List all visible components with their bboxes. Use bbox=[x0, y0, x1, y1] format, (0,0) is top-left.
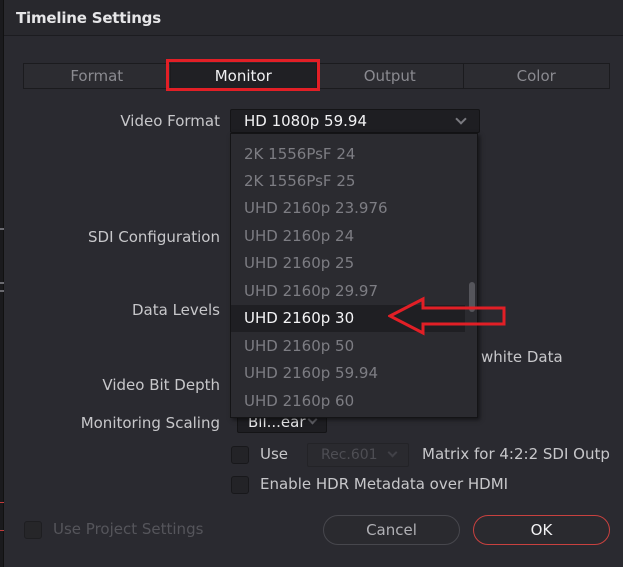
dialog-title: Timeline Settings bbox=[16, 9, 161, 27]
video-format-label: Video Format bbox=[120, 112, 220, 130]
tab-output[interactable]: Output bbox=[317, 64, 464, 88]
dropdown-option[interactable]: 2K 1556PsF 24 bbox=[231, 141, 465, 168]
use-project-settings-label: Use Project Settings bbox=[53, 520, 204, 538]
hdr-metadata-label: Enable HDR Metadata over HDMI bbox=[260, 475, 509, 493]
use-label: Use bbox=[260, 445, 289, 463]
dropdown-option[interactable]: 2K 1556PsF 25 bbox=[231, 168, 465, 195]
dropdown-option[interactable]: UHD 2160p 59.94 bbox=[231, 360, 465, 387]
dropdown-option[interactable]: UHD 2160p 24 bbox=[231, 223, 465, 250]
video-bit-depth-label: Video Bit Depth bbox=[102, 376, 220, 394]
data-levels-label: Data Levels bbox=[132, 301, 220, 319]
dropdown-option[interactable]: UHD 2160p 23.976 bbox=[231, 195, 465, 222]
timeline-settings-dialog: Timeline Settings Format Monitor Output … bbox=[4, 0, 623, 567]
chevron-down-icon bbox=[455, 113, 467, 125]
chevron-down-icon bbox=[387, 447, 398, 458]
matrix-select[interactable]: Rec.601 bbox=[307, 443, 409, 467]
dropdown-option[interactable]: UHD 2160p 50 bbox=[231, 333, 465, 360]
dropdown-option[interactable]: UHD 2160p 25 bbox=[231, 250, 465, 277]
matrix-suffix-label: Matrix for 4:2:2 SDI Outp bbox=[422, 445, 610, 463]
matrix-value: Rec.601 bbox=[321, 447, 378, 463]
tab-color[interactable]: Color bbox=[464, 64, 610, 88]
sdi-configuration-label: SDI Configuration bbox=[88, 228, 220, 246]
dialog-titlebar: Timeline Settings bbox=[4, 0, 623, 36]
video-format-dropdown-list: 2K 1556PsF 24 2K 1556PsF 25 UHD 2160p 23… bbox=[230, 133, 478, 418]
video-format-value: HD 1080p 59.94 bbox=[244, 112, 368, 130]
tab-monitor[interactable]: Monitor bbox=[170, 64, 317, 88]
data-levels-option-partial[interactable]: white Data bbox=[481, 348, 563, 366]
video-format-select[interactable]: HD 1080p 59.94 bbox=[230, 109, 480, 133]
dropdown-option[interactable]: UHD 2160p 60 bbox=[231, 388, 465, 415]
arrow-annotation-icon bbox=[388, 296, 506, 336]
use-matrix-checkbox[interactable] bbox=[231, 446, 249, 464]
ok-button[interactable]: OK bbox=[473, 515, 610, 545]
settings-tabs: Format Monitor Output Color bbox=[23, 63, 610, 89]
hdr-metadata-checkbox[interactable] bbox=[231, 476, 249, 494]
use-project-settings-checkbox[interactable] bbox=[24, 521, 42, 539]
tab-format[interactable]: Format bbox=[24, 64, 171, 88]
cancel-button[interactable]: Cancel bbox=[323, 515, 460, 545]
monitoring-scaling-label: Monitoring Scaling bbox=[80, 414, 220, 432]
